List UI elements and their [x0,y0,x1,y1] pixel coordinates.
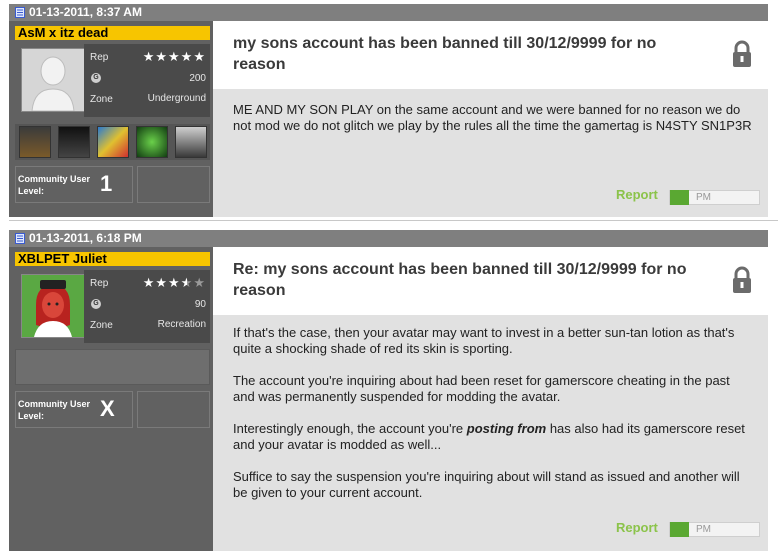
community-level-value: X [100,396,115,421]
game-tile-kinect[interactable] [96,126,129,158]
emphasis-text: posting from [466,421,547,436]
community-badge-slot [137,166,210,203]
document-icon [15,7,25,18]
pm-label: PM [696,192,711,203]
zone-label: Zone [90,320,113,331]
pm-icon [670,190,689,205]
post-title: Re: my sons account has been banned till… [233,261,687,299]
recent-games [15,124,210,160]
post-title: my sons account has been banned till 30/… [233,35,657,73]
community-level-label: Community User Level: [18,174,91,196]
author-panel: AsM x itz dead Rep ★★★★★ G 200 Zone Unde… [9,21,213,217]
gamerscore-icon: G [91,73,101,83]
post-timestamp: 01-13-2011, 8:37 AM [29,5,142,19]
zone-value: Recreation [157,319,206,330]
report-link[interactable]: Report [616,520,658,535]
community-level-label: Community User Level: [18,399,91,421]
game-tile-call-of-duty-2[interactable] [174,126,207,158]
post-paragraph: Suffice to say the suspension you're inq… [233,469,740,500]
post-paragraph: ME AND MY SON PLAY on the same account a… [233,102,752,133]
rep-label: Rep [90,52,109,63]
rep-stars: ★★★★★ [142,49,206,64]
default-avatar-icon [22,49,84,111]
post-separator [9,220,778,221]
pm-button[interactable]: PM [669,190,760,205]
gamertag[interactable]: XBLPET Juliet [15,252,210,266]
xbox-avatar-icon [22,275,84,337]
post-body: If that's the case, then your avatar may… [233,325,753,517]
post-title-area: Re: my sons account has been banned till… [213,247,768,315]
post-paragraph: Interestingly enough, the account you're… [233,421,753,453]
zone-value: Underground [147,93,206,104]
gamerscore-value: 90 [194,299,206,310]
lock-icon [733,40,751,67]
zone-label: Zone [90,94,113,105]
game-tile-call-of-duty[interactable] [57,126,90,158]
pm-label: PM [696,524,711,535]
gamertag[interactable]: AsM x itz dead [15,26,210,40]
report-link[interactable]: Report [616,187,658,202]
post-body: ME AND MY SON PLAY on the same account a… [233,102,753,150]
gamerscore-icon: G [91,299,101,309]
recent-games-empty [15,349,210,385]
gamerscore-value: 200 [189,73,206,84]
post-text: Interestingly enough, the account you're [233,421,464,436]
post-paragraph: If that's the case, then your avatar may… [233,325,735,356]
forum-post: 01-13-2011, 8:37 AM AsM x itz dead Rep ★… [9,4,768,217]
avatar[interactable] [21,48,85,112]
avatar[interactable] [21,274,85,338]
rep-stars: ★★★★★ [142,275,206,290]
author-panel: XBLPET Juliet Rep ★★★★★ G 90 Zone Recrea… [9,247,213,551]
community-level-box: Community User Level: X [15,391,133,428]
profile-stats: Rep ★★★★★ G 200 Zone Underground [84,44,210,117]
post-header: 01-13-2011, 8:37 AM [9,4,768,21]
game-tile-2[interactable] [135,126,168,158]
post-paragraph: The account you're inquiring about had b… [233,373,730,404]
post-header: 01-13-2011, 6:18 PM [9,230,768,247]
rep-label: Rep [90,278,109,289]
community-level-value: 1 [100,171,113,196]
lock-icon [733,266,751,293]
pm-button[interactable]: PM [669,522,760,537]
forum-post: 01-13-2011, 6:18 PM XBLPET Juliet Rep ★★… [9,230,768,551]
game-tile-battlefield[interactable] [18,126,51,158]
profile-stats: Rep ★★★★★ G 90 Zone Recreation [84,270,210,343]
community-badge-slot [137,391,210,428]
pm-icon [670,522,689,537]
post-title-area: my sons account has been banned till 30/… [213,21,768,89]
document-icon [15,233,25,244]
post-timestamp: 01-13-2011, 6:18 PM [29,231,142,245]
community-level-box: Community User Level: 1 [15,166,133,203]
